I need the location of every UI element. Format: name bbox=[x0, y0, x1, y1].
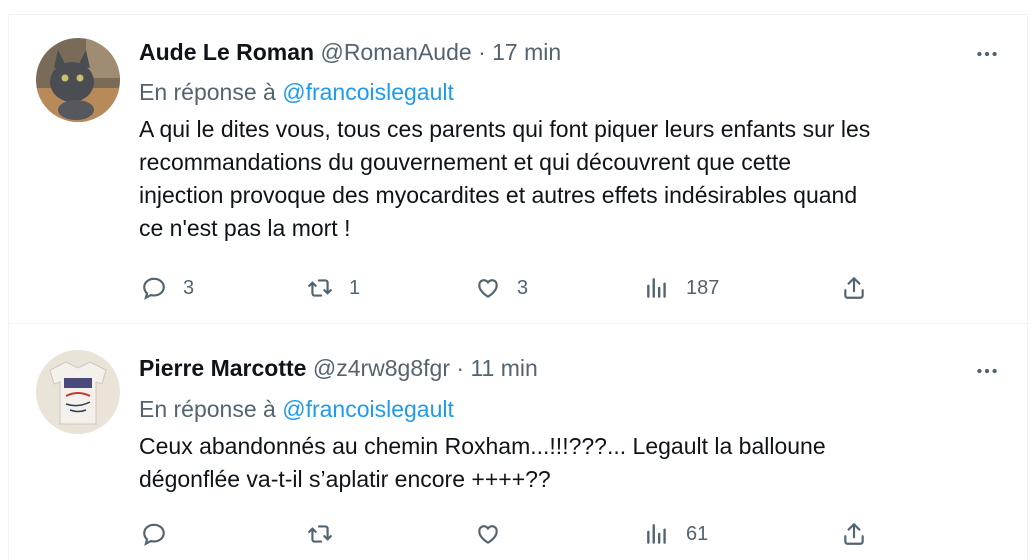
gray-cat-avatar bbox=[36, 38, 120, 122]
reply-mention-link[interactable]: @francoislegault bbox=[282, 396, 454, 422]
like-button[interactable] bbox=[471, 517, 517, 551]
retweet-icon bbox=[303, 271, 337, 305]
more-options-button[interactable] bbox=[969, 358, 1005, 384]
like-button[interactable]: 3 bbox=[471, 271, 528, 305]
views-icon bbox=[640, 517, 674, 551]
reply-icon bbox=[137, 271, 171, 305]
views-button[interactable]: 187 bbox=[640, 271, 719, 305]
reply-icon bbox=[137, 517, 171, 551]
avatar[interactable] bbox=[36, 350, 120, 434]
separator-dot: · bbox=[478, 39, 486, 65]
retweet-count: 1 bbox=[349, 276, 361, 299]
retweet-button[interactable]: 1 bbox=[303, 271, 360, 305]
views-icon bbox=[640, 271, 674, 305]
avatar[interactable] bbox=[36, 38, 120, 122]
share-button[interactable] bbox=[837, 517, 871, 551]
tweet[interactable]: Aude Le Roman @RomanAude · 17 min En rép… bbox=[9, 15, 1027, 324]
reply-mention-link[interactable]: @francoislegault bbox=[282, 79, 454, 105]
reply-context: En réponse à @francoislegault bbox=[139, 394, 454, 424]
retweet-icon bbox=[303, 517, 337, 551]
like-icon bbox=[471, 517, 505, 551]
timestamp[interactable]: 17 min bbox=[492, 39, 561, 65]
tweet-header: Pierre Marcotte @z4rw8g8fgr · 11 min bbox=[139, 353, 538, 383]
reply-context: En réponse à @francoislegault bbox=[139, 77, 454, 107]
more-icon bbox=[977, 368, 997, 374]
author-name[interactable]: Pierre Marcotte bbox=[139, 355, 306, 381]
share-icon bbox=[837, 517, 871, 551]
timestamp[interactable]: 11 min bbox=[470, 355, 537, 381]
action-bar: 3 1 3 187 bbox=[137, 271, 867, 305]
tshirt-avatar bbox=[36, 350, 120, 434]
tweet-text: A qui le dites vous, tous ces parents qu… bbox=[139, 116, 871, 241]
reply-button[interactable] bbox=[137, 517, 183, 551]
tweet[interactable]: Pierre Marcotte @z4rw8g8fgr · 11 min En … bbox=[9, 324, 1027, 559]
views-count: 187 bbox=[686, 276, 720, 299]
like-count: 3 bbox=[517, 276, 529, 299]
share-button[interactable] bbox=[837, 271, 871, 305]
reply-prefix: En réponse à bbox=[139, 396, 276, 422]
like-icon bbox=[471, 271, 505, 305]
timeline: Aude Le Roman @RomanAude · 17 min En rép… bbox=[8, 14, 1028, 559]
more-icon bbox=[977, 51, 997, 57]
separator-dot: · bbox=[456, 355, 465, 381]
author-handle[interactable]: @RomanAude bbox=[320, 39, 471, 65]
reply-button[interactable]: 3 bbox=[137, 271, 194, 305]
reply-count: 3 bbox=[183, 276, 195, 299]
views-button[interactable]: 61 bbox=[640, 517, 708, 551]
author-handle[interactable]: @z4rw8g8fgr bbox=[313, 355, 450, 381]
tweet-header: Aude Le Roman @RomanAude · 17 min bbox=[139, 37, 561, 67]
views-count: 61 bbox=[686, 522, 709, 545]
share-icon bbox=[837, 271, 871, 305]
tweet-text: Ceux abandonnés au chemin Roxham...!!!??… bbox=[139, 433, 826, 492]
author-name[interactable]: Aude Le Roman bbox=[139, 39, 314, 65]
retweet-button[interactable] bbox=[303, 517, 349, 551]
more-options-button[interactable] bbox=[969, 41, 1005, 67]
reply-prefix: En réponse à bbox=[139, 79, 276, 105]
action-bar: 61 bbox=[137, 517, 867, 551]
